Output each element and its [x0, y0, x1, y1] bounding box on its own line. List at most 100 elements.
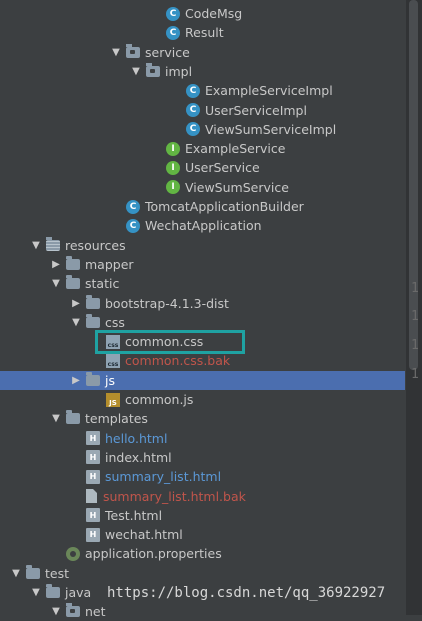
tree-row-label: ExampleServiceImpl — [205, 83, 333, 99]
tree-row-exampleservice[interactable]: I ExampleService — [0, 139, 405, 158]
tree-row-label: UserService — [185, 160, 260, 176]
tree-row-result[interactable]: C Result — [0, 23, 405, 42]
tree-row-codemsg[interactable]: C CodeMsg — [0, 4, 405, 23]
package-icon — [146, 62, 160, 77]
tree-row-label: CodeMsg — [185, 6, 243, 21]
tree-row-test[interactable]: ▼ test — [0, 564, 405, 583]
tree-row-label: net — [85, 604, 106, 620]
interface-icon: I — [166, 160, 180, 175]
tree-row-js[interactable]: ▶ js — [0, 370, 405, 390]
expand-arrow-down-icon[interactable]: ▼ — [8, 568, 24, 579]
expand-arrow-down-icon[interactable]: ▼ — [128, 66, 144, 77]
tree-row-summary-list-html[interactable]: Hsummary_list.html — [0, 467, 405, 486]
tree-row-tomcatapplicationbuilder[interactable]: C TomcatApplicationBuilder — [0, 197, 405, 216]
tree-row-index-html[interactable]: Hindex.html — [0, 448, 405, 467]
interface-icon: I — [166, 141, 180, 156]
css-file-icon: css — [106, 353, 120, 368]
tree-row-label: hello.html — [105, 430, 168, 446]
tree-row-css[interactable]: ▼ css — [0, 313, 405, 332]
tree-row-label: bootstrap-4.1.3-dist — [105, 295, 229, 311]
class-icon: C — [186, 103, 200, 117]
tree-row-label: js — [105, 372, 115, 388]
text-file-icon — [86, 489, 97, 503]
tree-row-label: application.properties — [85, 546, 222, 562]
interface-icon: I — [166, 180, 180, 195]
tree-row-label: service — [145, 44, 190, 60]
tree-row-label: java — [65, 585, 92, 600]
tree-row-service[interactable]: ▼ service — [0, 43, 405, 62]
tree-row-userservice[interactable]: I UserService — [0, 158, 405, 177]
html-file-icon: H — [86, 431, 100, 446]
expand-arrow-down-icon[interactable]: ▼ — [48, 278, 64, 289]
expand-arrow-down-icon[interactable]: ▼ — [68, 317, 84, 328]
folder-icon — [66, 410, 80, 425]
tree-row-label: summary_list.html — [105, 469, 222, 485]
tree-row-summary-list-html-bak[interactable]: summary_list.html.bak — [0, 487, 405, 506]
tree-row-resources[interactable]: ▼ resources — [0, 236, 405, 255]
class-icon: C — [186, 122, 200, 137]
package-icon — [66, 603, 80, 618]
folder-icon — [86, 294, 100, 309]
tree-row-label: WechatApplication — [145, 218, 262, 234]
html-file-icon: H — [86, 508, 100, 523]
tree-row-label: UserServiceImpl — [205, 102, 307, 118]
tree-row-wechatapplication[interactable]: C WechatApplication — [0, 216, 405, 235]
tree-row-label: ViewSumService — [185, 179, 289, 195]
tree-row-label: ExampleService — [185, 141, 286, 157]
tree-row-label: css — [105, 314, 125, 330]
tree-row-exampleserviceimpl[interactable]: C ExampleServiceImpl — [0, 81, 405, 100]
tree-row-label: templates — [85, 411, 148, 427]
tree-row-label: common.js — [125, 392, 194, 407]
class-icon: C — [166, 6, 180, 21]
class-icon: C — [126, 218, 140, 233]
tree-row-net[interactable]: ▼ net — [0, 602, 405, 621]
class-icon: C — [186, 83, 200, 98]
tree-row-label: ViewSumServiceImpl — [205, 121, 337, 137]
project-tree[interactable]: C CodeMsg C Result ▼ service ▼ impl C ExampleServ… — [0, 0, 405, 619]
tree-row-static[interactable]: ▼ static — [0, 274, 405, 293]
folder-icon — [26, 564, 40, 579]
tree-row-application-properties[interactable]: application.properties — [0, 544, 405, 563]
expand-arrow-down-icon[interactable]: ▼ — [48, 413, 64, 424]
tree-row-viewsumserviceimpl[interactable]: C ViewSumServiceImpl — [0, 120, 405, 139]
expand-arrow-right-icon[interactable]: ▶ — [68, 298, 84, 309]
tree-row-label: index.html — [105, 449, 172, 465]
vertical-scrollbar[interactable] — [406, 0, 422, 615]
folder-icon — [66, 255, 80, 270]
tree-row-wechat-html[interactable]: Hwechat.html — [0, 525, 405, 544]
tree-row-label: resources — [65, 237, 126, 253]
tree-row-hello-html[interactable]: Hhello.html — [0, 429, 405, 448]
tree-row-templates[interactable]: ▼ templates — [0, 409, 405, 428]
html-file-icon: H — [86, 469, 100, 484]
resources-folder-icon — [46, 236, 60, 251]
tree-row-userserviceimpl[interactable]: C UserServiceImpl — [0, 101, 405, 120]
tree-row-common-js[interactable]: JS common.js — [0, 390, 405, 409]
js-file-icon: JS — [106, 392, 120, 407]
tree-row-viewsumservice[interactable]: I ViewSumService — [0, 178, 405, 197]
expand-arrow-right-icon[interactable]: ▶ — [48, 259, 64, 270]
gutter-line-number: 1 — [411, 309, 419, 324]
tree-row-impl[interactable]: ▼ impl — [0, 62, 405, 81]
expand-arrow-down-icon[interactable]: ▼ — [28, 587, 44, 598]
expand-arrow-right-icon[interactable]: ▶ — [68, 375, 84, 386]
gutter-line-number: 1 — [411, 367, 419, 382]
tree-row-bootstrap-4-1-3-dist[interactable]: ▶ bootstrap-4.1.3-dist — [0, 294, 405, 313]
expand-arrow-down-icon[interactable]: ▼ — [108, 47, 124, 58]
expand-arrow-down-icon[interactable]: ▼ — [28, 240, 44, 251]
tree-row-mapper[interactable]: ▶ mapper — [0, 255, 405, 274]
folder-icon — [46, 584, 60, 598]
tree-row-label: wechat.html — [105, 527, 183, 543]
tree-row-label: Result — [185, 25, 224, 41]
folder-icon — [66, 275, 80, 290]
gutter-line-number: 1 — [411, 338, 419, 353]
tree-row-label: summary_list.html.bak — [103, 488, 246, 504]
tree-row-label: test — [45, 565, 70, 581]
folder-icon — [86, 313, 100, 328]
tree-row-label: static — [85, 276, 120, 292]
expand-arrow-down-icon[interactable]: ▼ — [48, 606, 64, 617]
tree-row-test-html[interactable]: H Test.html — [0, 506, 405, 525]
properties-icon — [66, 546, 80, 561]
tree-row-common-css-bak[interactable]: css common.css.bak — [0, 351, 405, 370]
watermark-url: https://blog.csdn.net/qq_36922927 — [107, 585, 386, 601]
tree-row-label: common.css.bak — [125, 353, 231, 369]
